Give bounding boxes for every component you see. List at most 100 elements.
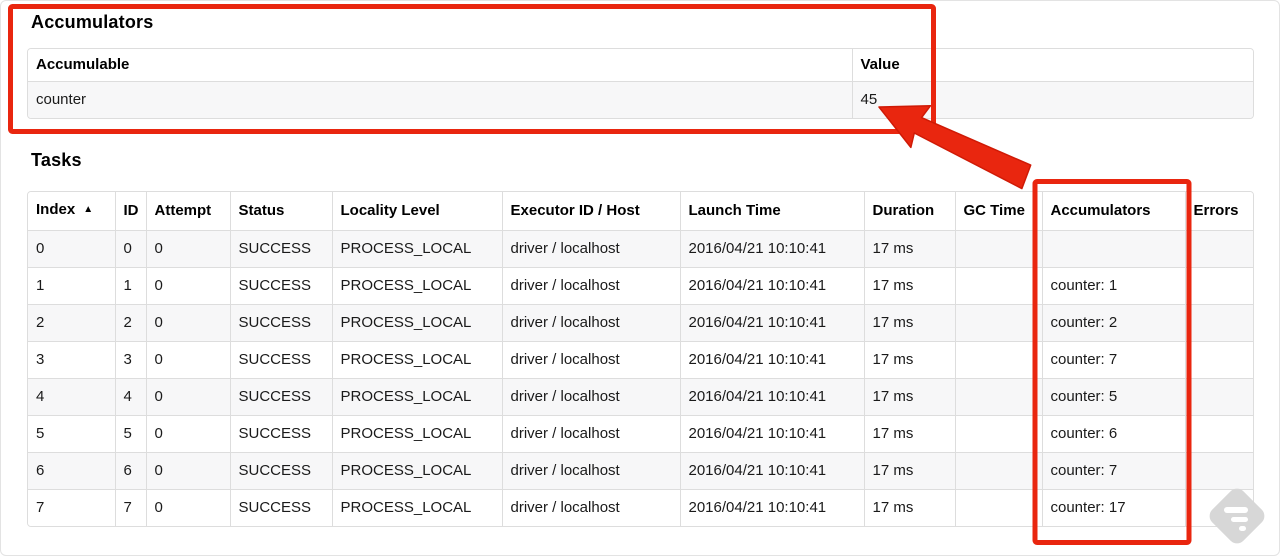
table-row: counter 45 (28, 81, 1253, 118)
column-header-index-label: Index (36, 201, 76, 218)
table-cell: 0 (145, 230, 230, 268)
column-header-id[interactable]: ID (114, 192, 146, 231)
table-cell: 2016/04/21 10:10:41 (679, 489, 864, 526)
table-cell (1184, 304, 1253, 342)
table-cell: 4 (28, 378, 115, 416)
table-cell: 17 ms (863, 452, 955, 490)
table-cell: 0 (145, 304, 230, 342)
table-cell: 0 (145, 378, 230, 416)
table-cell: 5 (28, 415, 115, 453)
table-cell: 0 (145, 489, 230, 526)
table-cell: 2016/04/21 10:10:41 (679, 267, 864, 305)
table-cell (1184, 267, 1253, 305)
tasks-table: Index ▲ ID Attempt Status Locality Level … (27, 191, 1254, 527)
column-header-executor-id-host[interactable]: Executor ID / Host (501, 192, 680, 231)
table-cell (1041, 230, 1185, 268)
table-cell: counter: 17 (1041, 489, 1185, 526)
table-cell: SUCCESS (229, 452, 332, 490)
table-cell: driver / localhost (501, 415, 680, 453)
table-cell: SUCCESS (229, 341, 332, 379)
table-cell: PROCESS_LOCAL (331, 378, 502, 416)
table-cell: PROCESS_LOCAL (331, 415, 502, 453)
table-row: 1 1 0 SUCCESS PROCESS_LOCAL driver / localhos… (28, 267, 1253, 305)
column-header-launch-time[interactable]: Launch Time (679, 192, 864, 231)
table-cell: counter: 2 (1041, 304, 1185, 342)
tasks-header-row: Index ▲ ID Attempt Status Locality Level … (28, 192, 1253, 231)
table-cell: 17 ms (863, 230, 955, 268)
column-header-errors[interactable]: Errors (1184, 192, 1253, 231)
table-cell (1184, 489, 1253, 526)
tasks-heading: Tasks (31, 150, 82, 170)
table-cell: PROCESS_LOCAL (331, 452, 502, 490)
table-cell: 0 (145, 341, 230, 379)
table-cell: 17 ms (863, 341, 955, 379)
table-cell: PROCESS_LOCAL (331, 267, 502, 305)
table-cell: driver / localhost (501, 230, 680, 268)
table-cell (954, 267, 1042, 305)
column-header-gc-time[interactable]: GC Time (954, 192, 1042, 231)
table-cell: driver / localhost (501, 341, 680, 379)
table-cell: 3 (114, 341, 146, 379)
table-cell: 2016/04/21 10:10:41 (679, 304, 864, 342)
table-cell: counter: 5 (1041, 378, 1185, 416)
table-cell: 0 (145, 267, 230, 305)
table-cell: PROCESS_LOCAL (331, 304, 502, 342)
table-cell: 17 ms (863, 489, 955, 526)
table-cell: driver / localhost (501, 489, 680, 526)
column-header-status[interactable]: Status (229, 192, 332, 231)
table-row: 2 2 0 SUCCESS PROCESS_LOCAL driver / localhos… (28, 304, 1253, 342)
table-cell: 3 (28, 341, 115, 379)
column-header-attempt[interactable]: Attempt (145, 192, 230, 231)
table-cell (1184, 415, 1253, 453)
table-cell: 17 ms (863, 415, 955, 453)
table-row: 7 7 0 SUCCESS PROCESS_LOCAL driver / localhos… (28, 489, 1253, 526)
accumulators-table: Accumulable Value counter 45 (27, 48, 1254, 119)
table-cell: 5 (114, 415, 146, 453)
table-cell: 2 (114, 304, 146, 342)
table-cell: counter: 1 (1041, 267, 1185, 305)
table-cell: 2 (28, 304, 115, 342)
table-cell: 7 (114, 489, 146, 526)
table-cell: 0 (114, 230, 146, 268)
table-cell: 6 (28, 452, 115, 490)
table-row: 0 0 0 SUCCESS PROCESS_LOCAL driver / localhos… (28, 230, 1253, 268)
sort-ascending-icon: ▲ (83, 204, 94, 215)
table-cell: 2016/04/21 10:10:41 (679, 341, 864, 379)
column-header-duration[interactable]: Duration (863, 192, 955, 231)
table-cell: driver / localhost (501, 452, 680, 490)
column-header-accumulators[interactable]: Accumulators (1041, 192, 1185, 231)
table-cell: 17 ms (863, 304, 955, 342)
accumulators-header-row: Accumulable Value (28, 49, 1253, 82)
table-cell: driver / localhost (501, 304, 680, 342)
table-cell: counter: 6 (1041, 415, 1185, 453)
table-cell: PROCESS_LOCAL (331, 341, 502, 379)
column-header-accumulable[interactable]: Accumulable (28, 49, 852, 82)
table-cell: SUCCESS (229, 489, 332, 526)
table-cell: driver / localhost (501, 267, 680, 305)
table-row: 6 6 0 SUCCESS PROCESS_LOCAL driver / localhos… (28, 452, 1253, 490)
table-cell (1184, 452, 1253, 490)
table-cell: driver / localhost (501, 378, 680, 416)
table-cell: 2016/04/21 10:10:41 (679, 378, 864, 416)
table-cell: PROCESS_LOCAL (331, 489, 502, 526)
column-header-index[interactable]: Index ▲ (28, 192, 115, 231)
table-cell: counter: 7 (1041, 341, 1185, 379)
spark-ui-stage-page: Accumulators Accumulable Value counter 45… (0, 0, 1280, 556)
column-header-locality-level[interactable]: Locality Level (331, 192, 502, 231)
table-cell: 6 (114, 452, 146, 490)
table-cell: counter: 7 (1041, 452, 1185, 490)
table-cell: SUCCESS (229, 230, 332, 268)
table-cell: 0 (145, 415, 230, 453)
table-cell: SUCCESS (229, 415, 332, 453)
column-header-value[interactable]: Value (851, 49, 1253, 82)
table-cell (954, 378, 1042, 416)
table-cell: 45 (851, 81, 1253, 118)
table-cell: 17 ms (863, 267, 955, 305)
accumulators-heading: Accumulators (31, 12, 154, 32)
table-cell: 2016/04/21 10:10:41 (679, 230, 864, 268)
table-cell: 0 (145, 452, 230, 490)
table-cell (1184, 378, 1253, 416)
table-row: 5 5 0 SUCCESS PROCESS_LOCAL driver / localhos… (28, 415, 1253, 453)
table-cell (1184, 341, 1253, 379)
table-cell: 17 ms (863, 378, 955, 416)
